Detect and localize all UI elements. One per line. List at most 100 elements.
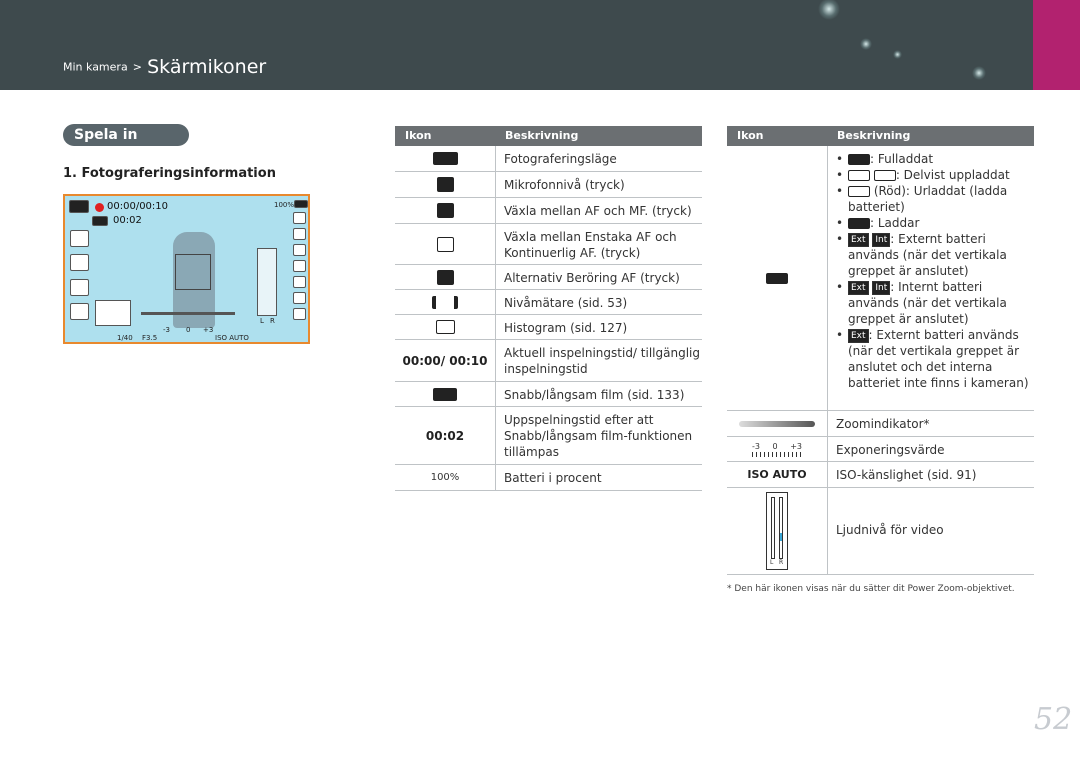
playback-time-text: 00:02 <box>425 428 465 443</box>
battery-item: Ext Int: Externt batteri används (när de… <box>836 231 1034 279</box>
mic-level-icon <box>436 177 454 192</box>
level-r: R <box>779 559 784 566</box>
table-row: L R Ljudnivå för video <box>727 488 1034 575</box>
mic-level-icon <box>70 230 89 247</box>
ev-max: +3 <box>790 441 802 451</box>
right-icon-6 <box>293 292 306 304</box>
screen-timer: 00:00/00:10 <box>107 201 169 212</box>
row-desc: ISO-känslighet (sid. 91) <box>836 468 977 482</box>
level-gauge-icon <box>432 295 458 309</box>
table-row: Histogram (sid. 127) <box>395 315 702 340</box>
table-row: 100% Batteri i procent <box>395 465 702 491</box>
screen-ev-mid: 0 <box>186 326 191 334</box>
page-header: Min kamera > Skärmikoner <box>0 0 1080 90</box>
right-icon-4 <box>293 260 306 272</box>
level-l: L <box>770 559 774 566</box>
screen-playback-time: 00:02 <box>113 215 142 226</box>
ev-min: -3 <box>752 441 760 451</box>
breadcrumb-separator: > <box>132 60 142 74</box>
battery-item: : Laddar <box>836 215 1034 231</box>
external-battery-tag: Ext <box>848 280 869 295</box>
subheading: 1. Fotograferingsinformation <box>63 166 276 181</box>
table-row: Växla mellan AF och MF. (tryck) <box>395 198 702 224</box>
table-row: Växla mellan Enstaka AF och Kontinuerlig… <box>395 224 702 265</box>
section-pill: Spela in videor <box>63 124 189 165</box>
screen-ev-min: -3 <box>163 326 170 334</box>
battery-item: : Delvist uppladdat <box>836 167 1034 183</box>
screen-battery-percent: 100% <box>274 201 295 209</box>
page-title: Skärmikoner <box>147 56 267 78</box>
camera-screen: 00:00/00:10 00:02 100% -3 0 +3 1/40 F3.5… <box>63 194 310 344</box>
video-mode-icon <box>69 200 89 213</box>
icon-table-1: Ikon Beskrivning Fotograferingsläge Mikr… <box>395 126 702 491</box>
internal-battery-tag: Int <box>872 280 891 295</box>
right-icon-7 <box>293 308 306 320</box>
row-desc: Batteri i procent <box>504 471 602 485</box>
decorative-light <box>972 66 986 80</box>
histogram-icon <box>95 300 131 326</box>
row-desc: Exponeringsvärde <box>836 443 945 457</box>
row-desc: Växla mellan AF och MF. (tryck) <box>504 204 692 218</box>
col-icon-header: Ikon <box>737 129 764 142</box>
battery-item-text: : Delvist uppladdat <box>895 168 1010 182</box>
battery-charging-icon <box>848 218 870 229</box>
row-desc: Histogram (sid. 127) <box>504 321 628 335</box>
row-desc: Nivåmätare (sid. 53) <box>504 296 628 310</box>
slow-motion-icon <box>92 216 108 226</box>
slow-motion-icon <box>433 387 457 401</box>
rec-time-text: 00:00/ 00:10 <box>402 353 488 368</box>
right-icon-1 <box>293 212 306 224</box>
col-desc-header: Beskrivning <box>837 129 911 142</box>
battery-item: Ext Int: Internt batteri används (när de… <box>836 279 1034 327</box>
audio-level-meter <box>257 248 277 316</box>
level-r: R <box>270 317 275 325</box>
table-row: 00:00/ 00:10 Aktuell inspelningstid/ til… <box>395 340 702 382</box>
ev-ticks <box>752 451 802 457</box>
right-icon-3 <box>293 244 306 256</box>
table-header: Ikon Beskrivning <box>727 126 1034 146</box>
table-header: Ikon Beskrivning <box>395 126 702 146</box>
table-row: Nivåmätare (sid. 53) <box>395 290 702 315</box>
right-icon-5 <box>293 276 306 288</box>
breadcrumb-parent: Min kamera <box>63 60 128 74</box>
battery-item: : Fulladdat <box>836 151 1034 167</box>
chapter-tab <box>1033 0 1080 90</box>
histogram-icon <box>435 320 455 334</box>
right-icon-2 <box>293 228 306 240</box>
touch-af-icon <box>70 303 89 320</box>
battery-item-text: : Laddar <box>870 216 920 230</box>
row-desc: Alternativ Beröring AF (tryck) <box>504 271 680 285</box>
exposure-scale-icon: -3 0 +3 <box>727 437 828 461</box>
battery-item-text: : Externt batteri används (när det verti… <box>848 328 1029 390</box>
caf-icon <box>70 279 89 296</box>
row-desc: Fotograferingsläge <box>504 152 617 166</box>
table-row-battery: : Fulladdat : Delvist uppladdat (Röd): U… <box>727 146 1034 411</box>
external-battery-tag: Ext <box>848 232 869 247</box>
video-mode-icon <box>432 152 458 165</box>
table-row: ISO AUTO ISO-känslighet (sid. 91) <box>727 462 1034 488</box>
battery-full-icon <box>766 272 788 284</box>
decorative-light <box>893 50 902 59</box>
table-row: Snabb/långsam film (sid. 133) <box>395 382 702 407</box>
table-row: 00:02 Uppspelningstid efter att Snabb/lå… <box>395 407 702 465</box>
af-mf-icon <box>436 203 454 218</box>
level-l: L <box>260 317 264 325</box>
icon-table-2: Ikon Beskrivning : Fulladdat : Delvist u… <box>727 126 1034 575</box>
ev-mid: 0 <box>772 441 778 451</box>
screen-aperture: F3.5 <box>142 334 158 342</box>
battery-percent-text: 100% <box>430 472 460 483</box>
page-number: 52 <box>1034 702 1073 737</box>
screen-shutter: 1/40 <box>117 334 133 342</box>
breadcrumb: Min kamera > Skärmikoner <box>63 56 266 78</box>
internal-battery-tag: Int <box>872 232 891 247</box>
row-desc: Ljudnivå för video <box>836 523 944 537</box>
col-desc-header: Beskrivning <box>505 129 579 142</box>
screen-ev-max: +3 <box>203 326 214 334</box>
battery-item: Ext: Externt batteri används (när det ve… <box>836 327 1034 391</box>
zoom-indicator-icon <box>141 312 235 315</box>
audio-level-icon: L R <box>766 492 788 570</box>
battery-full-icon <box>848 154 870 165</box>
battery-item-text: : Fulladdat <box>870 152 934 166</box>
table-row: Alternativ Beröring AF (tryck) <box>395 265 702 290</box>
table-row: -3 0 +3 Exponeringsvärde <box>727 437 1034 462</box>
